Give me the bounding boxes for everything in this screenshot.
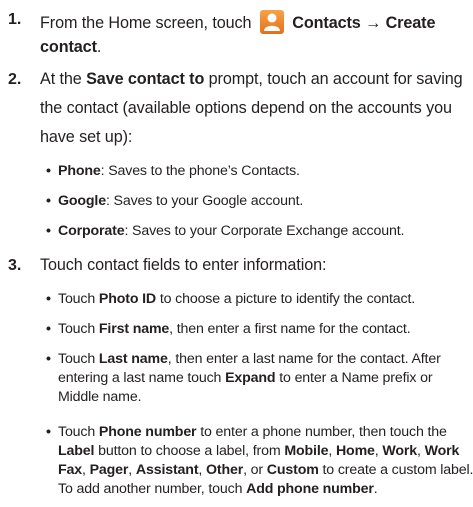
bullet-text: Touch xyxy=(58,321,99,337)
bullet-text: Touch xyxy=(58,291,99,307)
expand-label: Expand xyxy=(225,370,276,386)
home-label: Home xyxy=(335,443,375,459)
bullet-dot: • xyxy=(46,424,51,440)
bullet-last-name-label: Last name xyxy=(98,351,168,367)
bullet-corporate-text: : Saves to your Corporate Exchange accou… xyxy=(124,223,405,239)
sep: , xyxy=(417,443,425,459)
bullet-corporate: • Corporate: Saves to your Corporate Exch… xyxy=(46,223,404,239)
bullet-dot: • xyxy=(46,193,51,209)
label-button-label: Label xyxy=(58,443,95,459)
bullet-photo-id-label: Photo ID xyxy=(98,291,157,307)
step-2-save-contact-to: Save contact to xyxy=(86,70,205,88)
step-1-line-2: contact. xyxy=(40,38,101,57)
bullet-text: to enter a phone number, then touch the xyxy=(196,424,447,440)
bullet-phone-number-cont-3: To add another number, touch Add phone n… xyxy=(58,481,378,497)
bullet-text: Touch xyxy=(58,351,99,367)
bullet-dot: • xyxy=(46,351,51,367)
step-1-number: 1. xyxy=(8,11,22,28)
bullet-phone-number: • Touch Phone number to enter a phone num… xyxy=(46,424,447,440)
bullet-phone-number-label: Phone number xyxy=(98,424,197,440)
work-fax-label-part-2: Fax xyxy=(58,462,82,478)
sep: , xyxy=(82,462,90,478)
sep: , xyxy=(128,462,136,478)
bullet-dot: • xyxy=(46,223,51,239)
other-label: Other xyxy=(205,462,244,478)
step-2-text-post: prompt, touch an account for saving xyxy=(204,70,463,88)
bullet-text: , then enter a first name for the contac… xyxy=(169,321,411,337)
step-1-contacts-create: Contacts → Create xyxy=(292,14,436,32)
bullet-text: . xyxy=(373,481,378,497)
bullet-google: • Google: Saves to your Google account. xyxy=(46,193,303,209)
bullet-text: To add another number, touch xyxy=(58,481,247,497)
bullet-text: button to choose a label, from xyxy=(94,443,285,459)
add-phone-number-label: Add phone number xyxy=(246,481,374,497)
bullet-text: Touch xyxy=(58,424,99,440)
bullet-last-name-cont-1: entering a last name touch Expand to ent… xyxy=(58,370,433,386)
work-label: Work xyxy=(382,443,417,459)
mobile-label: Mobile xyxy=(284,443,329,459)
bullet-dot: • xyxy=(46,163,51,179)
step-1-text: From the Home screen, touch xyxy=(40,14,256,32)
bullet-text: to enter a Name prefix or xyxy=(275,370,433,386)
bullet-text: to create a custom label. xyxy=(318,462,473,478)
bullet-dot: • xyxy=(46,321,51,337)
bullet-phone-label: Phone xyxy=(58,163,101,179)
bullet-last-name-cont-2: Middle name. xyxy=(58,389,142,405)
bullet-phone-text: : Saves to the phone’s Contacts. xyxy=(100,163,300,179)
contacts-app-icon xyxy=(259,10,284,34)
bullet-text: , then enter a last name for the contact… xyxy=(167,351,441,367)
bullet-first-name: • Touch First name, then enter a first na… xyxy=(46,321,411,337)
step-1-contact: contact xyxy=(40,38,97,56)
assistant-label: Assistant xyxy=(135,462,199,478)
step-2-line-3: have set up): xyxy=(40,128,133,146)
bullet-first-name-label: First name xyxy=(98,321,170,337)
step-2-line-1: At the Save contact to prompt, touch an … xyxy=(40,70,463,89)
bullet-text: to choose a picture to identify the cont… xyxy=(156,291,416,307)
bullet-corporate-label: Corporate xyxy=(58,223,125,239)
work-fax-label-part-1: Work xyxy=(424,443,460,459)
pager-label: Pager xyxy=(89,462,129,478)
bullet-last-name: • Touch Last name, then enter a last name… xyxy=(46,351,441,367)
bullet-photo-id: • Touch Photo ID to choose a picture to i… xyxy=(46,291,415,307)
sep: , xyxy=(328,443,336,459)
step-1-line-1: From the Home screen, touch Contacts → C… xyxy=(40,10,435,34)
custom-label: Custom xyxy=(266,462,319,478)
bullet-phone-number-cont-2: Fax, Pager, Assistant, Other, or Custom … xyxy=(58,462,473,478)
sep: , or xyxy=(243,462,267,478)
step-1-period: . xyxy=(96,38,102,56)
bullet-text: entering a last name touch xyxy=(58,370,226,386)
bullet-google-text: : Saves to your Google account. xyxy=(105,193,304,209)
step-2-number: 2. xyxy=(8,71,22,88)
step-3-number: 3. xyxy=(8,257,22,274)
step-2-text: At the xyxy=(40,70,87,88)
step-3-line-1: Touch contact fields to enter informatio… xyxy=(40,256,327,274)
bullet-dot: • xyxy=(46,291,51,307)
bullet-phone: • Phone: Saves to the phone’s Contacts. xyxy=(46,163,300,179)
bullet-phone-number-cont-1: Label button to choose a label, from Mob… xyxy=(58,443,459,459)
step-2-line-2: the contact (available options depend on… xyxy=(40,99,452,117)
bullet-google-label: Google xyxy=(58,193,106,209)
sep: , xyxy=(198,462,206,478)
